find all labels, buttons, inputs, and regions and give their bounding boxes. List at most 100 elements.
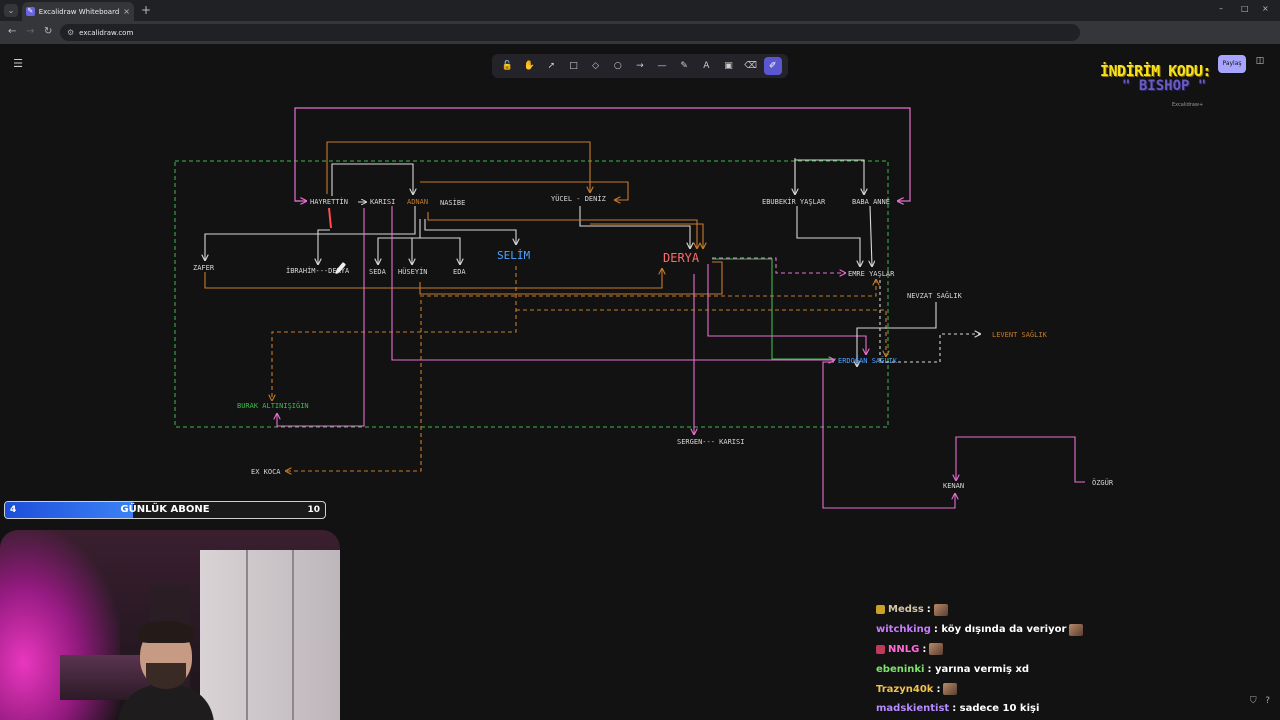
white-connector xyxy=(318,229,330,264)
rectangle-icon[interactable]: □ xyxy=(564,57,582,75)
chat-message: Trazyn40k : xyxy=(876,679,1280,699)
daily-subscriber-goal: 4 GÜNLÜK ABONE 10 xyxy=(4,501,326,519)
streamer xyxy=(118,621,214,720)
selection-icon[interactable]: ➚ xyxy=(542,57,560,75)
node-erdogan[interactable]: ERDOĞAN SAĞLIK xyxy=(838,356,898,365)
tab-close-icon[interactable]: × xyxy=(123,7,130,16)
text-icon[interactable]: A xyxy=(697,57,715,75)
orange-connector xyxy=(326,141,590,194)
node-karisi[interactable]: KARISI xyxy=(370,198,395,206)
tab-search-button[interactable]: ⌄ xyxy=(4,4,18,17)
chat-message: NNLG : xyxy=(876,640,1280,660)
white-connector xyxy=(424,219,516,244)
node-derya[interactable]: DERYA xyxy=(663,251,700,265)
goal-target: 10 xyxy=(307,505,320,515)
white-connector xyxy=(796,206,860,266)
chat-message: Medss : xyxy=(876,600,1280,620)
window-close-button[interactable]: × xyxy=(1262,4,1269,13)
pink-connector xyxy=(707,264,866,354)
ellipse-icon[interactable]: ○ xyxy=(609,57,627,75)
chat-settings-icon[interactable]: ⛉ ? xyxy=(1250,696,1270,706)
reload-icon[interactable]: ↻ xyxy=(44,26,52,37)
back-icon[interactable]: ← xyxy=(8,26,16,37)
green-connector xyxy=(712,258,836,360)
diamond-icon[interactable]: ◇ xyxy=(587,57,605,75)
node-hayrettin[interactable]: HAYRETTİN xyxy=(310,197,348,206)
node-kenan[interactable]: KENAN xyxy=(943,482,964,490)
node-nevzat[interactable]: NEVZAT SAĞLIK xyxy=(907,291,963,300)
chat-text: : köy dışında da veriyor xyxy=(933,624,1067,636)
node-huseyin[interactable]: HÜSEYİN xyxy=(398,267,428,276)
white-connector xyxy=(870,205,872,266)
wardrobe xyxy=(200,550,340,720)
node-baba-anne[interactable]: BABA ANNE xyxy=(852,198,890,206)
chat-username[interactable]: ebeninki xyxy=(876,664,924,675)
excalidraw-plus-link[interactable]: Excalidraw+ xyxy=(1172,102,1203,108)
chat-message: madskientist : sadece 10 kişi xyxy=(876,699,1280,719)
image-icon[interactable]: ▣ xyxy=(719,57,737,75)
orange-connector xyxy=(204,269,662,289)
chat-message: witchking : köy dışında da veriyor xyxy=(876,620,1280,640)
node-levent[interactable]: LEVENT SAĞLIK xyxy=(992,330,1048,339)
hand-icon[interactable]: ✋ xyxy=(520,57,538,75)
node-yucel-deniz[interactable]: YÜCEL - DENİZ xyxy=(551,194,606,203)
node-selim[interactable]: SELİM xyxy=(497,249,530,262)
chat-username[interactable]: Medss xyxy=(888,604,924,615)
red-connector xyxy=(328,207,332,229)
eraser-icon[interactable]: ⌫ xyxy=(742,57,760,75)
node-burak[interactable]: BURAK ALTINIŞIĞIN xyxy=(237,401,309,410)
pencil-icon[interactable]: ✎ xyxy=(675,57,693,75)
chat-username[interactable]: NNLG xyxy=(888,644,919,655)
minimize-button[interactable]: – xyxy=(1219,4,1223,13)
node-ebubekir[interactable]: EBUBEKİR YAŞLAR xyxy=(762,197,826,206)
chat-badge-icon xyxy=(876,605,885,615)
laser-icon[interactable]: ✐ xyxy=(763,57,782,75)
lock-icon[interactable]: 🔓 xyxy=(498,57,516,75)
node-sergen[interactable]: SERGEN--- KARISI xyxy=(677,438,744,446)
chat-username[interactable]: madskientist xyxy=(876,703,949,714)
forward-icon[interactable]: → xyxy=(26,26,34,37)
node-seda[interactable]: SEDA xyxy=(369,268,387,276)
pink-dashed-connector xyxy=(712,257,845,273)
chat-text: : sadece 10 kişi xyxy=(952,703,1040,715)
url-field[interactable]: ⚙ excalidraw.com xyxy=(60,24,1080,41)
white-connector xyxy=(331,163,413,196)
tab-title: Excalidraw Whiteboard xyxy=(38,7,120,16)
site-info-icon[interactable]: ⚙ xyxy=(67,28,74,37)
pink-connector xyxy=(822,361,955,509)
white-connector xyxy=(420,237,460,264)
chat-username[interactable]: witchking xyxy=(876,624,931,635)
goal-label: GÜNLÜK ABONE xyxy=(120,504,210,515)
chat-emote-icon xyxy=(933,603,948,616)
pink-connector xyxy=(391,206,834,360)
chat-text: : yarına vermiş xd xyxy=(927,663,1030,675)
white-connector xyxy=(378,219,421,264)
main-menu-icon[interactable]: ☰ xyxy=(8,56,28,72)
browser-tab-bar: ⌄ ✎ Excalidraw Whiteboard × + – □ × xyxy=(0,0,1280,21)
white-connector xyxy=(579,206,690,248)
line-icon[interactable]: — xyxy=(653,57,671,75)
node-ozgur[interactable]: ÖZGÜR xyxy=(1092,478,1114,487)
node-nasibe[interactable]: NASİBE xyxy=(440,198,465,207)
node-zafer[interactable]: ZAFER xyxy=(193,264,215,272)
orange-dashed-connector xyxy=(286,300,422,471)
browser-tab[interactable]: ✎ Excalidraw Whiteboard × xyxy=(22,2,134,21)
new-tab-button[interactable]: + xyxy=(141,3,151,17)
excalidraw-favicon-icon: ✎ xyxy=(26,7,35,16)
arrow-icon[interactable]: → xyxy=(631,57,649,75)
maximize-button[interactable]: □ xyxy=(1241,4,1249,13)
url-text: excalidraw.com xyxy=(79,28,134,37)
pink-connector xyxy=(294,107,911,201)
node-adnan[interactable]: ADNAN xyxy=(407,198,428,206)
chat-text: : xyxy=(922,643,927,655)
orange-connector xyxy=(419,261,723,295)
pink-connector xyxy=(956,436,1085,483)
node-emre[interactable]: EMRE YAŞLAR xyxy=(848,270,895,278)
node-eda[interactable]: EDA xyxy=(453,268,466,276)
chat-username[interactable]: Trazyn40k xyxy=(876,684,933,695)
share-button[interactable]: Paylaş xyxy=(1218,55,1246,73)
library-icon[interactable]: ◫ xyxy=(1252,56,1268,72)
node-ex-koca[interactable]: EX KOCA xyxy=(251,468,281,476)
chat-message: ebeninki : yarına vermiş xd xyxy=(876,659,1280,679)
white-connector xyxy=(794,159,864,194)
